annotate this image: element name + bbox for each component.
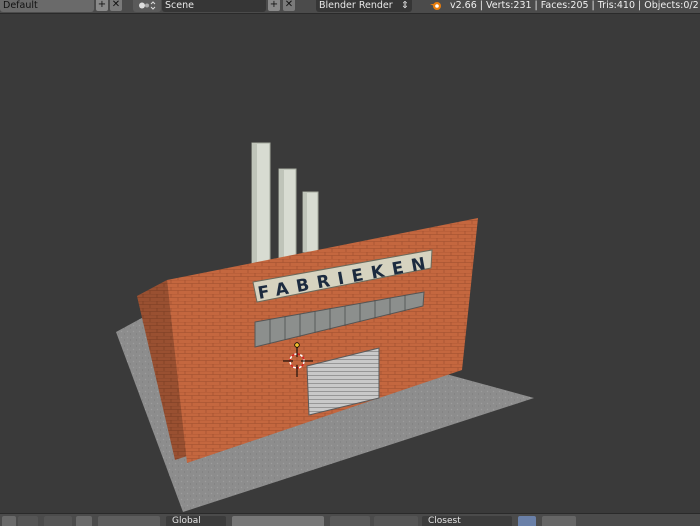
3d-viewport[interactable]: FABRIEKEN <box>0 14 700 513</box>
scene-browse-button[interactable] <box>133 0 161 12</box>
scene-name-field[interactable]: Scene <box>162 0 266 12</box>
screen-layout-label: Default <box>3 0 38 11</box>
scene-statistics: v2.66 | Verts:231 | Faces:205 | Tris:410… <box>450 0 700 11</box>
scene-icon <box>139 1 156 10</box>
viewport-canvas[interactable]: FABRIEKEN <box>0 14 700 513</box>
chimney-group[interactable] <box>251 142 319 270</box>
render-engine-label: Blender Render <box>319 0 393 11</box>
add-layout-button[interactable]: + <box>96 0 108 11</box>
remove-layout-button[interactable]: ✕ <box>110 0 122 11</box>
dropdown-arrows-icon: ⇕ <box>401 0 409 11</box>
remove-scene-button[interactable]: ✕ <box>283 0 295 11</box>
info-header: Default + ✕ Scene + ✕ Blender Render ⇕ v… <box>0 0 700 14</box>
object-origin-icon <box>294 342 300 348</box>
add-scene-button[interactable]: + <box>268 0 280 11</box>
screen-layout-selector[interactable]: Default <box>0 0 94 12</box>
scene-name-label: Scene <box>165 0 194 11</box>
3d-view-header: Global Closest <box>0 513 700 526</box>
render-engine-selector[interactable]: Blender Render ⇕ <box>316 0 412 12</box>
blender-logo-icon <box>430 2 441 10</box>
